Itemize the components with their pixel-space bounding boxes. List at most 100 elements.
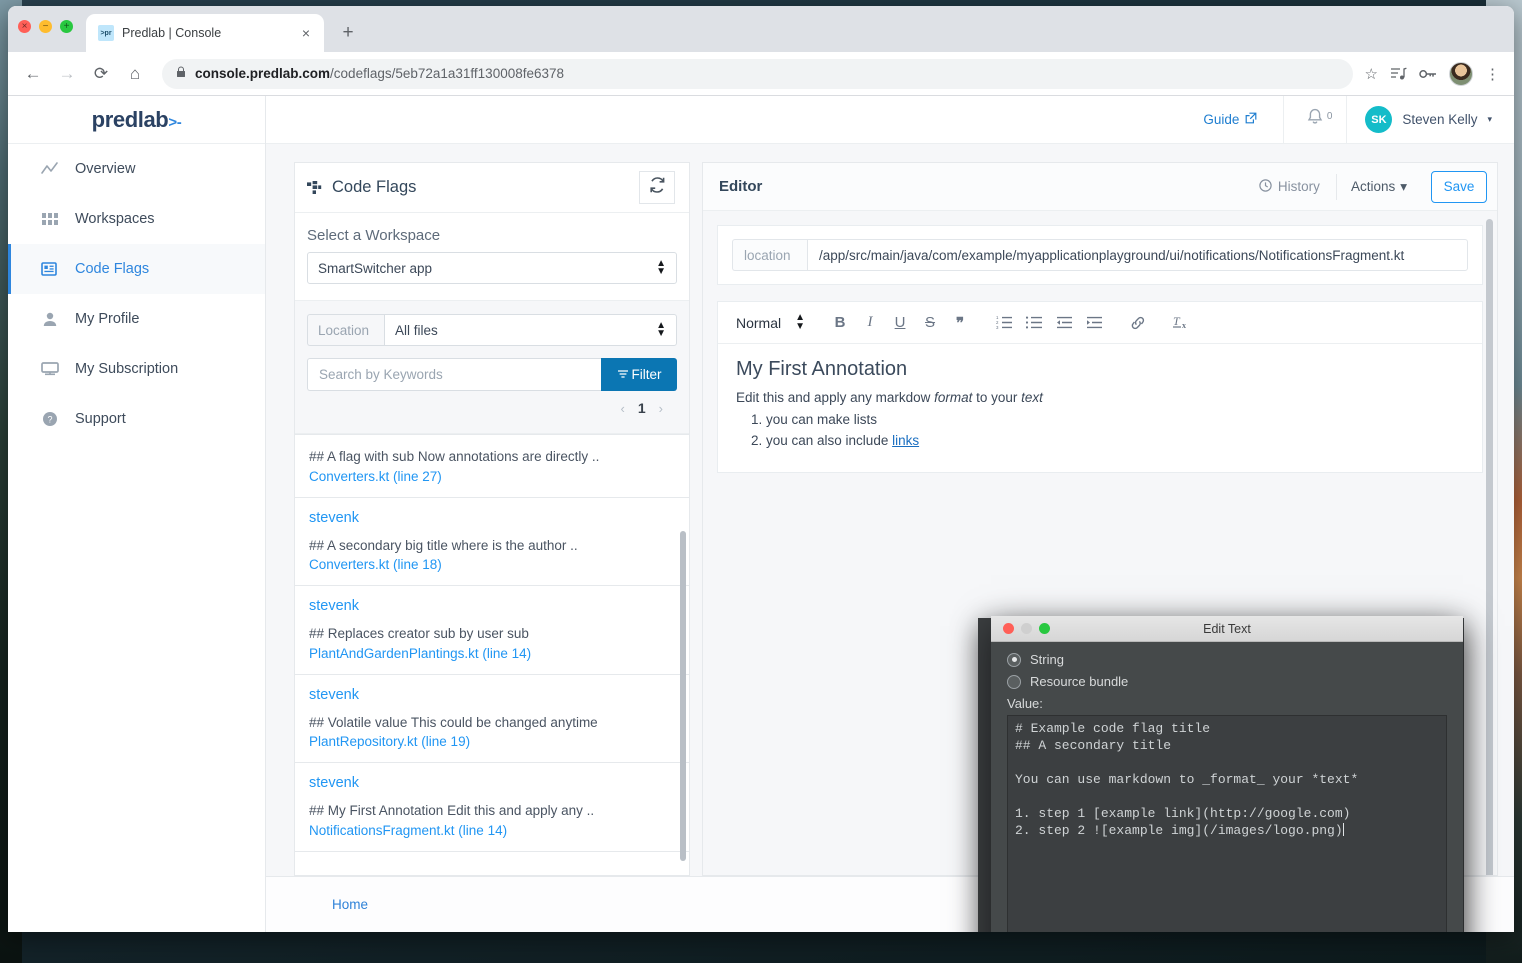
flag-location-link[interactable]: Converters.kt (line 27) [309, 469, 675, 484]
user-avatar: SK [1365, 106, 1393, 133]
blockquote-button[interactable]: ❞ [945, 309, 975, 337]
forward-icon[interactable]: → [52, 59, 82, 89]
back-icon[interactable]: ← [18, 59, 48, 89]
reading-list-icon[interactable] [1390, 66, 1407, 81]
flag-author[interactable]: stevenk [309, 510, 675, 526]
code-flags-list[interactable]: ## A flag with sub Now annotations are d… [295, 434, 689, 875]
sidebar-item-workspaces[interactable]: Workspaces [8, 194, 265, 244]
prev-page-button[interactable]: ‹ [621, 401, 625, 416]
workspace-select[interactable]: SmartSwitcher app ▲ ▼ [307, 252, 677, 284]
location-filter-select[interactable]: All files ▲ ▼ [384, 314, 677, 346]
browser-menu-icon[interactable]: ⋮ [1485, 65, 1500, 83]
list-scrollbar[interactable] [680, 531, 686, 861]
panel-title: Code Flags [332, 178, 417, 196]
sidebar-item-overview[interactable]: Overview [8, 144, 265, 194]
list-item[interactable]: ## A flag with sub Now annotations are d… [295, 435, 689, 498]
strikethrough-button[interactable]: S [915, 309, 945, 337]
user-menu[interactable]: SK Steven Kelly ▾ [1347, 106, 1514, 133]
address-bar[interactable]: console.predlab.com/codeflags/5eb72a1a31… [162, 58, 1353, 89]
next-page-button[interactable]: › [659, 401, 663, 416]
reload-icon[interactable]: ⟳ [86, 59, 116, 89]
editor-title: Editor [719, 178, 763, 195]
outdent-icon[interactable] [1049, 309, 1079, 337]
home-icon[interactable]: ⌂ [120, 59, 150, 89]
monitor-icon [41, 360, 59, 378]
ordered-list-icon[interactable]: 123 [989, 309, 1019, 337]
search-input[interactable] [307, 358, 601, 391]
flag-location-link[interactable]: NotificationsFragment.kt (line 14) [309, 823, 675, 838]
location-filter-group: Location All files ▲ ▼ [307, 314, 677, 346]
flag-author[interactable]: stevenk [309, 775, 675, 791]
location-field-value[interactable]: /app/src/main/java/com/example/myapplica… [807, 239, 1468, 271]
list-item[interactable]: stevenk ## Volatile value This could be … [295, 675, 689, 764]
bullet-list-icon[interactable] [1019, 309, 1049, 337]
window-controls[interactable]: × − + [18, 20, 73, 33]
refresh-icon [648, 176, 667, 199]
flag-author[interactable]: stevenk [309, 598, 675, 614]
work-area: Code Flags Select a Workspace SmartSwitc… [266, 144, 1514, 932]
indent-icon[interactable] [1079, 309, 1109, 337]
location-panel: location /app/src/main/java/com/example/… [717, 225, 1483, 285]
guide-link[interactable]: Guide [1177, 112, 1283, 127]
doc-ordered-list: you can make lists you can also include … [766, 410, 1464, 452]
actions-menu[interactable]: Actions ▾ [1335, 173, 1421, 200]
list-item[interactable]: stevenk ## My First Annotation Edit this… [295, 763, 689, 852]
clear-format-icon[interactable]: Tx [1167, 309, 1197, 337]
value-textarea[interactable]: # Example code flag title ## A secondary… [1007, 715, 1447, 932]
dialog-close-button[interactable] [1003, 623, 1014, 634]
flag-location-link[interactable]: PlantRepository.kt (line 19) [309, 734, 675, 749]
history-button[interactable]: History [1243, 178, 1336, 195]
link-icon[interactable] [1123, 309, 1153, 337]
refresh-button[interactable] [639, 171, 675, 204]
italic-button[interactable]: I [855, 309, 885, 337]
code-flags-header: Code Flags [295, 163, 689, 213]
doc-inline-link[interactable]: links [892, 433, 919, 448]
doc-paragraph-emphasis-1: format [934, 390, 973, 405]
flag-location-link[interactable]: PlantAndGardenPlantings.kt (line 14) [309, 646, 675, 661]
underline-button[interactable]: U [885, 309, 915, 337]
new-tab-button[interactable]: + [334, 19, 362, 47]
password-key-icon[interactable] [1419, 68, 1437, 80]
list-item[interactable]: stevenk ## Replaces creator sub by user … [295, 586, 689, 675]
minimize-window-button[interactable]: − [39, 20, 52, 33]
brand-logo[interactable]: predlab>- [8, 96, 265, 144]
code-flags-icon [307, 180, 323, 195]
location-field-group: location /app/src/main/java/com/example/… [732, 239, 1468, 271]
maximize-window-button[interactable]: + [60, 20, 73, 33]
dialog-window-controls[interactable] [1003, 623, 1050, 634]
flag-text: ## A secondary big title where is the au… [309, 537, 578, 553]
flag-author[interactable]: stevenk [309, 687, 675, 703]
doc-paragraph: Edit this and apply any markdow format t… [736, 388, 1464, 408]
list-item[interactable]: stevenk ## A secondary big title where i… [295, 498, 689, 587]
avatar[interactable] [1449, 61, 1473, 86]
radio-resource-bundle[interactable]: Resource bundle [1007, 674, 1447, 689]
flag-location-link[interactable]: Converters.kt (line 18) [309, 557, 675, 572]
flag-text: ## My First Annotation Edit this and app… [309, 803, 595, 819]
sidebar-item-support[interactable]: ? Support [8, 394, 265, 444]
save-button[interactable]: Save [1431, 170, 1487, 203]
radio-string[interactable]: String [1007, 652, 1447, 667]
rich-text-content[interactable]: My First Annotation Edit this and apply … [718, 344, 1482, 472]
browser-tab[interactable]: >pr Predlab | Console × [86, 14, 324, 52]
bold-button[interactable]: B [825, 309, 855, 337]
pagination: ‹ 1 › [307, 391, 677, 425]
dialog-maximize-button[interactable] [1039, 623, 1050, 634]
close-window-button[interactable]: × [18, 20, 31, 33]
filter-button[interactable]: Filter [601, 358, 677, 391]
doc-list-item-text: you can also include [766, 433, 893, 449]
doc-list-item: you can make lists [766, 410, 1464, 431]
bookmark-star-icon[interactable]: ☆ [1365, 65, 1378, 83]
sidebar-item-my-subscription[interactable]: My Subscription [8, 344, 265, 394]
notifications-button[interactable]: 0 [1284, 108, 1346, 132]
page-number[interactable]: 1 [638, 400, 646, 416]
editor-scrollbar[interactable] [1486, 219, 1493, 875]
style-select[interactable]: Normal ▲ ▼ [736, 313, 805, 332]
close-tab-icon[interactable]: × [296, 23, 316, 43]
doc-paragraph-emphasis-2: text [1021, 390, 1043, 405]
footer-home-link[interactable]: Home [332, 897, 368, 912]
sidebar-item-my-profile[interactable]: My Profile [8, 294, 265, 344]
dialog-minimize-button[interactable] [1021, 623, 1032, 634]
sidebar-item-code-flags[interactable]: Code Flags [8, 244, 265, 294]
url-path: /codeflags/5eb72a1a31ff130008fe6378 [330, 66, 565, 81]
dialog-body: String Resource bundle Value: # Example … [991, 642, 1463, 932]
